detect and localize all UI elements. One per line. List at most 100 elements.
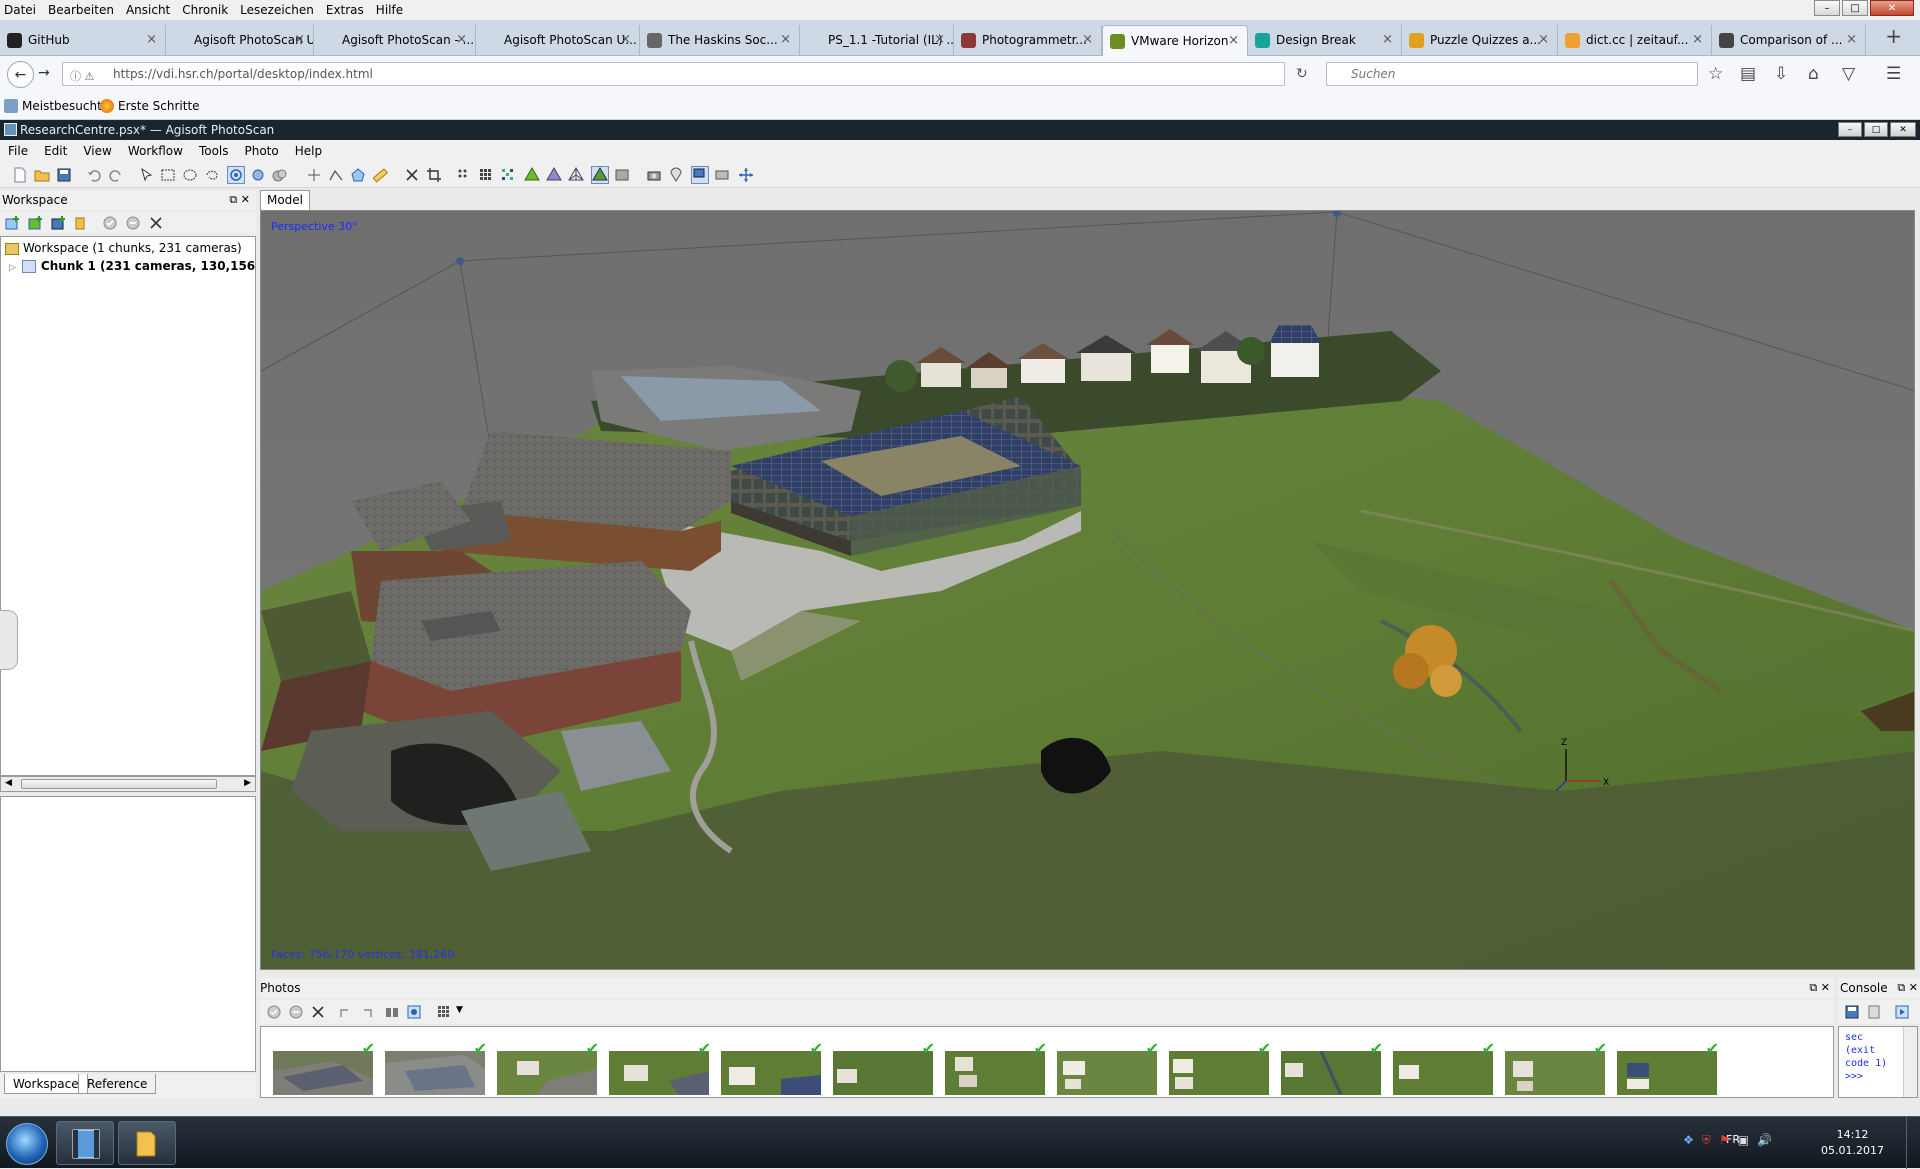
ruler-icon[interactable] — [372, 167, 388, 183]
undo-icon[interactable] — [86, 167, 102, 183]
expand-arrow-icon[interactable]: ▷ — [9, 263, 16, 273]
workspace-horizontal-scrollbar[interactable]: ◀ ▶ — [0, 776, 256, 792]
move-region-icon[interactable] — [250, 167, 266, 183]
app-menu-item[interactable]: Help — [287, 144, 330, 158]
browser-menu-item[interactable]: Ansicht — [120, 3, 176, 17]
pane-float-close-icon[interactable]: ⧉ ✕ — [1809, 978, 1830, 998]
ruler-point-icon[interactable] — [306, 167, 322, 183]
photo-thumbnail[interactable]: ✔ — [1617, 1039, 1719, 1095]
resize-region-icon[interactable] — [272, 167, 288, 183]
show-desktop-button[interactable] — [1906, 1117, 1920, 1169]
site-info-icon[interactable]: ⓘ ⚠ — [70, 68, 94, 84]
taskbar-app-explorer[interactable] — [118, 1121, 176, 1165]
free-form-selection-icon[interactable] — [204, 167, 220, 183]
pocket-icon[interactable]: ▽ — [1842, 64, 1855, 84]
system-clock[interactable]: 14:12 05.01.2017 — [1821, 1127, 1884, 1159]
tab-close-icon[interactable]: × — [1228, 26, 1239, 56]
show-cameras-icon[interactable] — [646, 167, 662, 183]
tab-reference[interactable]: Reference — [78, 1074, 157, 1094]
redo-icon[interactable] — [108, 167, 124, 183]
reload-icon[interactable]: ↻ — [1296, 66, 1308, 82]
tab-close-icon[interactable]: × — [1082, 25, 1093, 55]
delete-selection-icon[interactable] — [404, 167, 420, 183]
browser-tab[interactable]: Photogrammetr... × — [954, 25, 1102, 56]
new-tab-button[interactable]: + — [1885, 24, 1902, 48]
region-corner-marker[interactable] — [456, 257, 464, 265]
app-menu-item[interactable]: Photo — [237, 144, 287, 158]
scroll-left-icon[interactable]: ◀ — [5, 778, 12, 788]
new-project-icon[interactable] — [12, 167, 28, 183]
scroll-thumb[interactable] — [21, 779, 217, 789]
tab-close-icon[interactable]: × — [294, 25, 305, 55]
app-minimize-button[interactable]: – — [1838, 122, 1862, 137]
circle-selection-icon[interactable] — [182, 167, 198, 183]
show-trackball-icon[interactable] — [714, 167, 730, 183]
reset-filter-icon[interactable] — [406, 1004, 422, 1020]
browser-tab[interactable]: Agisoft PhotoScan U... × — [166, 25, 314, 56]
show-markers-icon[interactable] — [668, 167, 684, 183]
model-textured-icon[interactable] — [591, 166, 609, 184]
browser-tab[interactable]: Comparison of ... × — [1712, 25, 1866, 56]
add-photos-icon[interactable] — [27, 215, 43, 231]
tab-close-icon[interactable]: × — [934, 25, 945, 55]
browser-tab[interactable]: PS_1.1 -Tutorial (IL) ... × — [800, 25, 954, 56]
dense-cloud-icon[interactable] — [478, 167, 494, 183]
view-mode-icon[interactable] — [436, 1004, 452, 1020]
browser-menu-item[interactable]: Datei — [0, 3, 42, 17]
dropbox-icon[interactable]: ❖ — [1683, 1133, 1694, 1148]
browser-tab[interactable]: Puzzle Quizzes a... × — [1402, 25, 1558, 56]
disable-icon[interactable] — [125, 215, 141, 231]
console-scrollbar[interactable] — [1903, 1027, 1917, 1097]
bookmark-star-icon[interactable]: ☆ — [1708, 64, 1723, 84]
url-input[interactable]: https://vdi.hsr.ch/portal/desktop/index.… — [62, 62, 1285, 86]
tree-row-chunk[interactable]: ▷ Chunk 1 (231 cameras, 130,156 points — [9, 257, 302, 275]
browser-menu-item[interactable]: Chronik — [176, 3, 234, 17]
browser-tab[interactable]: Design Break × — [1248, 25, 1402, 56]
photo-thumbnail[interactable]: ✔ — [497, 1039, 599, 1095]
tab-close-icon[interactable]: × — [1692, 25, 1703, 55]
start-button[interactable] — [6, 1123, 48, 1165]
browser-menu-item[interactable]: Bearbeiten — [42, 3, 120, 17]
add-chunk-icon[interactable] — [4, 215, 20, 231]
network-icon[interactable]: ▣ — [1738, 1133, 1749, 1148]
app-menu-item[interactable]: Edit — [36, 144, 75, 158]
run-script-icon[interactable] — [1894, 1004, 1910, 1020]
reset-view-icon[interactable] — [738, 167, 754, 183]
photo-thumbnail[interactable]: ✔ — [721, 1039, 823, 1095]
antivirus-shield-icon[interactable]: ⛨ — [1702, 1133, 1711, 1148]
volume-icon[interactable]: 🔊 — [1757, 1133, 1772, 1148]
pane-splitter-handle[interactable] — [0, 610, 18, 670]
filter-by-markers-icon[interactable] — [384, 1004, 400, 1020]
add-marker-icon[interactable] — [73, 215, 89, 231]
draw-polyline-icon[interactable] — [328, 167, 344, 183]
hamburger-menu-icon[interactable]: ☰ — [1886, 64, 1901, 84]
disable-cameras-icon[interactable] — [288, 1004, 304, 1020]
model-shaded-icon[interactable] — [524, 167, 540, 183]
chevron-down-icon[interactable]: ▼ — [456, 1005, 463, 1015]
rectangle-selection-icon[interactable] — [160, 167, 176, 183]
minimize-button[interactable]: – — [1814, 0, 1840, 16]
tab-model[interactable]: Model — [260, 190, 310, 210]
close-button[interactable]: ✕ — [1870, 0, 1914, 16]
app-menu-item[interactable]: File — [0, 144, 36, 158]
app-menu-item[interactable]: Tools — [191, 144, 237, 158]
alert-flag-icon[interactable]: ⚑ — [1719, 1133, 1730, 1148]
clear-log-icon[interactable] — [1866, 1004, 1882, 1020]
tab-close-icon[interactable]: × — [146, 25, 157, 55]
tab-close-icon[interactable]: × — [456, 25, 467, 55]
app-menu-item[interactable]: View — [75, 144, 119, 158]
browser-menu-item[interactable]: Lesezeichen — [234, 3, 320, 17]
tree-row-workspace[interactable]: Workspace (1 chunks, 231 cameras) — [5, 239, 242, 257]
browser-tab[interactable]: Agisoft PhotoScan U... × — [476, 25, 640, 56]
browser-menu-item[interactable]: Hilfe — [370, 3, 409, 17]
save-log-icon[interactable] — [1844, 1004, 1860, 1020]
browser-tab[interactable]: GitHub × — [0, 25, 166, 56]
browser-tab[interactable]: The Haskins Soc... × — [640, 25, 800, 56]
tab-close-icon[interactable]: × — [620, 25, 631, 55]
browser-menu-item[interactable]: Extras — [320, 3, 370, 17]
model-viewport[interactable]: Z X Perspective 30° Faces: 756,170 verti… — [260, 210, 1915, 970]
rotate-right-icon[interactable] — [358, 1004, 374, 1020]
browser-tab[interactable]: Agisoft PhotoScan - ... × — [314, 25, 476, 56]
rotate-object-icon[interactable] — [227, 166, 245, 184]
enable-cameras-icon[interactable] — [266, 1004, 282, 1020]
